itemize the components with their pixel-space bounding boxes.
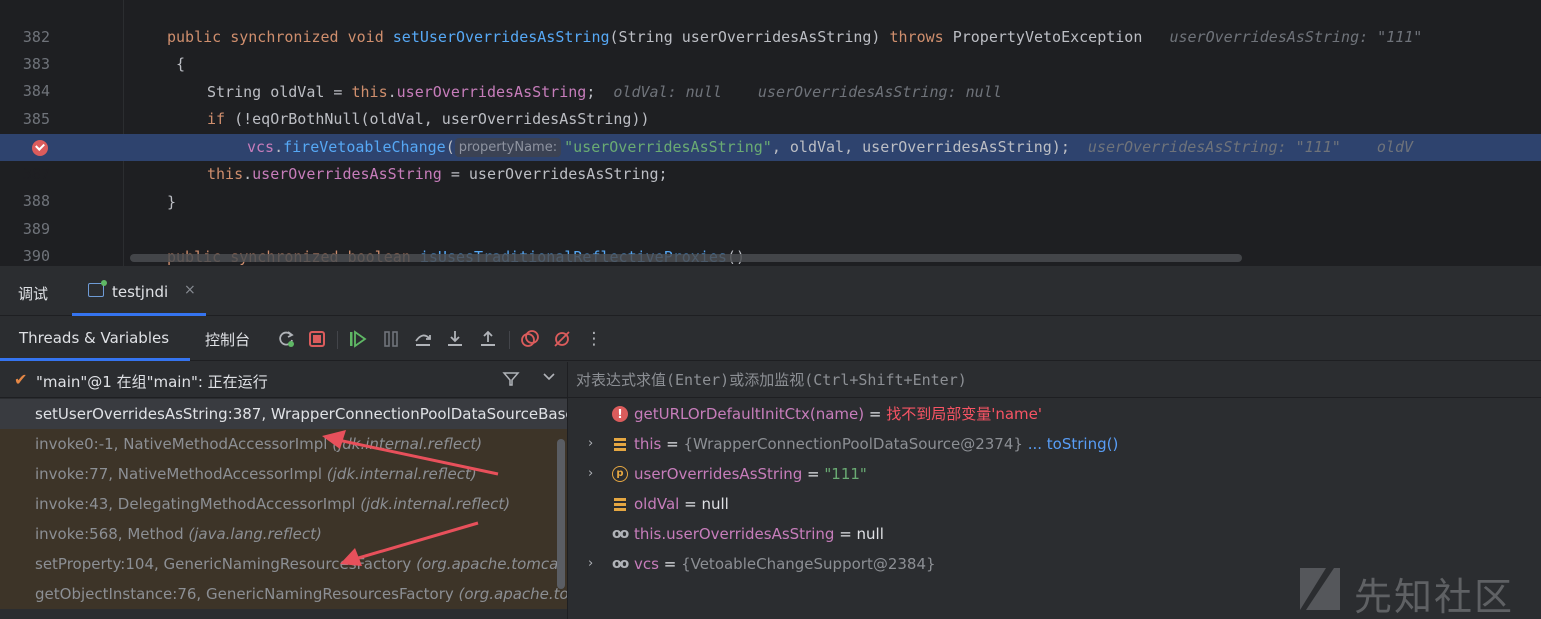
stack-frame-selected[interactable]: setUserOverridesAsString:387, WrapperCon… — [0, 399, 567, 429]
inline-value-hint: userOverridesAsString: null — [757, 83, 1002, 101]
expand-arrow-icon[interactable]: › — [588, 459, 593, 489]
tab-threads-variables[interactable]: Threads & Variables — [19, 329, 169, 347]
step-into-icon[interactable] — [445, 329, 465, 349]
code-line-387-current[interactable]: 387 vcs.fireVetoableChange(propertyName:… — [0, 134, 1541, 188]
variable-row[interactable]: ! getURLOrDefaultInitCtx(name) = 找不到局部变量… — [568, 399, 1541, 429]
chevron-down-icon[interactable] — [542, 369, 556, 387]
thread-selector[interactable]: ✔ "main"@1 在组"main": 正在运行 — [0, 362, 567, 398]
to-string-link[interactable]: ... toString() — [1023, 435, 1119, 453]
code-text: } — [167, 193, 177, 211]
step-out-icon[interactable] — [478, 329, 498, 349]
stack-frame[interactable]: setProperty:104, GenericNamingResourcesF… — [0, 549, 567, 579]
tab-console[interactable]: 控制台 — [205, 329, 250, 350]
breakpoint-icon[interactable] — [32, 140, 48, 156]
watermark-text: 先知社区 — [1354, 575, 1515, 619]
code-text: public synchronized void setUserOverride… — [167, 28, 1423, 46]
tab-label: testjndi — [112, 283, 169, 301]
stack-frame[interactable]: invoke0:-1, NativeMethodAccessorImpl (jd… — [0, 429, 567, 459]
active-tab-indicator — [72, 313, 206, 316]
field-icon — [612, 436, 628, 452]
code-editor[interactable]: 382 383 public synchronized void setUser… — [0, 0, 1541, 266]
code-line-388[interactable]: 388 this.userOverridesAsString = userOve… — [0, 161, 1541, 210]
filter-icon[interactable] — [502, 370, 520, 392]
active-subtab-indicator — [0, 358, 190, 361]
code-line-389[interactable]: 389 } — [0, 189, 1541, 238]
inline-value-hint: userOverridesAsString: "111" — [1087, 138, 1341, 156]
close-tab-icon[interactable]: × — [184, 282, 196, 298]
expand-arrow-icon[interactable]: › — [588, 549, 593, 579]
mute-breakpoints-icon[interactable] — [552, 329, 572, 349]
code-text: vcs.fireVetoableChange(propertyName: "use… — [247, 138, 1414, 157]
checkmark-icon: ✔ — [14, 370, 28, 389]
tool-window-title[interactable]: 调试 — [18, 283, 48, 304]
parameter-inlay-hint: propertyName: — [454, 138, 562, 157]
frames-panel: ✔ "main"@1 在组"main": 正在运行 setUserOverrid… — [0, 362, 567, 619]
variable-row[interactable]: oldVal = null — [568, 489, 1541, 519]
evaluate-expression-input[interactable] — [576, 368, 1476, 392]
stack-frame[interactable]: invoke:77, NativeMethodAccessorImpl (jdk… — [0, 459, 567, 489]
toolbar-separator — [337, 331, 338, 349]
thread-label: "main"@1 在组"main": 正在运行 — [36, 373, 268, 391]
resume-icon[interactable] — [348, 329, 368, 349]
debug-toolbar: Threads & Variables 控制台 ⋮ — [0, 317, 1541, 361]
inline-value-hint: oldVal: null — [613, 83, 722, 101]
pause-icon[interactable] — [381, 329, 401, 349]
watch-icon: oo — [612, 526, 629, 542]
inline-value-hint: userOverridesAsString: "111" — [1169, 28, 1423, 46]
tab-testjndi[interactable]: testjndi × — [72, 266, 206, 316]
variable-row[interactable]: › this = {WrapperConnectionPoolDataSourc… — [568, 429, 1541, 459]
code-line-390[interactable]: 390 — [0, 216, 1541, 265]
rerun-icon[interactable] — [276, 329, 296, 349]
code-line-384[interactable]: 384 { — [0, 51, 1541, 100]
field-icon — [612, 496, 628, 512]
code-text: String oldVal = this.userOverridesAsStri… — [207, 83, 1002, 101]
toolbar-separator — [509, 331, 510, 349]
stack-frame[interactable]: getObjectInstance:76, GenericNamingResou… — [0, 579, 567, 609]
code-line-382[interactable]: 382 — [0, 0, 1541, 46]
stack-frame[interactable]: invoke:43, DelegatingMethodAccessorImpl … — [0, 489, 567, 519]
watermark-logo-icon — [1300, 568, 1340, 610]
stop-icon[interactable] — [307, 329, 327, 349]
error-icon: ! — [612, 406, 628, 422]
stack-frame[interactable]: invoke:568, Method (java.lang.reflect) — [0, 519, 567, 549]
view-breakpoints-icon[interactable] — [520, 329, 540, 349]
watch-icon: oo — [612, 556, 629, 572]
code-text: { — [176, 55, 186, 73]
code-text: if (!eqOrBothNull(oldVal, userOverridesA… — [207, 110, 650, 128]
code-line-385[interactable]: 385 String oldVal = this.userOverridesAs… — [0, 79, 1541, 128]
parameter-icon: p — [612, 466, 628, 482]
step-over-icon[interactable] — [413, 329, 433, 349]
editor-horizontal-scrollbar[interactable] — [130, 254, 1242, 262]
expand-arrow-icon[interactable]: › — [588, 429, 593, 459]
evaluate-expression-bar[interactable] — [568, 362, 1541, 398]
watch-row[interactable]: oo this.userOverridesAsString = null — [568, 519, 1541, 549]
inline-value-hint: oldV — [1376, 138, 1414, 156]
frames-scrollbar[interactable] — [557, 439, 565, 589]
code-text: this.userOverridesAsString = userOverrid… — [207, 165, 668, 183]
more-options-icon[interactable]: ⋮ — [584, 329, 604, 349]
variable-row[interactable]: › p userOverridesAsString = "111" — [568, 459, 1541, 489]
code-line-386[interactable]: 386 if (!eqOrBothNull(oldVal, userOverri… — [0, 106, 1541, 155]
debug-tab-bar: 调试 testjndi × — [0, 266, 1541, 316]
run-config-icon — [88, 280, 107, 297]
frame-list[interactable]: setUserOverridesAsString:387, WrapperCon… — [0, 399, 567, 619]
code-line-383[interactable]: 383 public synchronized void setUserOver… — [0, 24, 1541, 73]
